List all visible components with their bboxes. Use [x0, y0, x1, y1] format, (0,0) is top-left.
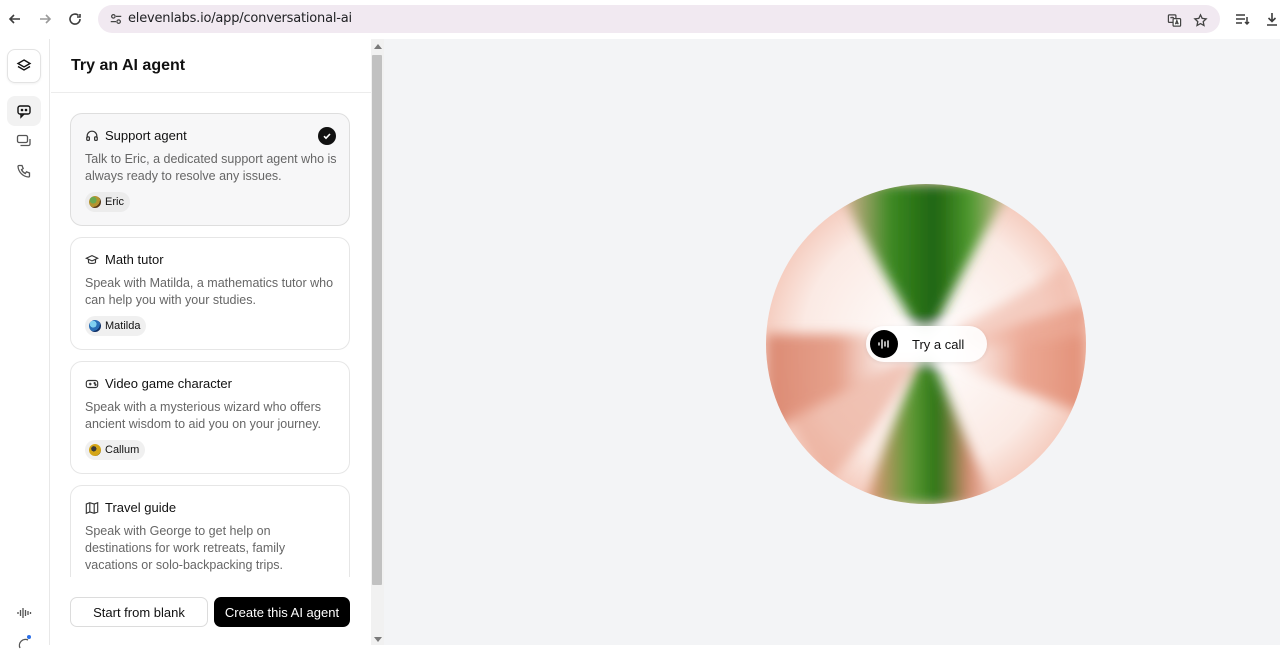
site-settings-icon[interactable] — [108, 11, 124, 27]
voice-avatar — [89, 444, 101, 456]
page-title: Try an AI agent — [71, 57, 186, 74]
reading-list-icon[interactable] — [1228, 5, 1256, 33]
workspace-logo-button[interactable] — [7, 49, 41, 83]
left-rail — [0, 39, 50, 649]
voice-name: Matilda — [105, 320, 141, 332]
voice-avatar — [89, 196, 101, 208]
scroll-down-arrow[interactable] — [374, 637, 382, 642]
phone-nav-icon[interactable] — [7, 156, 41, 186]
create-agent-button[interactable]: Create this AI agent — [214, 597, 350, 627]
download-icon[interactable] — [1258, 5, 1280, 33]
address-bar[interactable]: elevenlabs.io/app/conversational-ai — [98, 5, 1220, 33]
bookmark-star-icon[interactable] — [1190, 10, 1210, 30]
panel-scrollbar[interactable] — [371, 39, 384, 645]
translate-icon[interactable] — [1164, 10, 1184, 30]
notifications-icon[interactable] — [7, 627, 41, 657]
try-a-call-label: Try a call — [912, 336, 965, 352]
scroll-thumb[interactable] — [372, 55, 382, 585]
main-canvas: Try a call — [384, 39, 1280, 645]
forward-icon[interactable] — [31, 5, 59, 33]
voice-chip: Matilda — [85, 316, 147, 336]
conversations-nav-icon[interactable] — [7, 126, 41, 156]
waveform-icon — [870, 330, 898, 358]
graduation-cap-icon — [84, 253, 100, 267]
agent-card-list: Support agent Talk to Eric, a dedicated … — [70, 113, 350, 577]
map-icon — [85, 501, 99, 515]
gamepad-icon — [85, 377, 99, 391]
url-text: elevenlabs.io/app/conversational-ai — [128, 11, 352, 26]
agent-card-travel[interactable]: Travel guide Speak with George to get he… — [70, 485, 350, 577]
reload-icon[interactable] — [61, 5, 89, 33]
voice-name: Callum — [105, 444, 140, 456]
agent-card-title: Math tutor — [105, 252, 164, 267]
agent-card-math[interactable]: Math tutor Speak with Matilda, a mathema… — [70, 237, 350, 350]
agent-card-description: Speak with Matilda, a mathematics tutor … — [85, 276, 334, 307]
agent-card-description: Speak with a mysterious wizard who offer… — [85, 400, 322, 431]
agent-card-support[interactable]: Support agent Talk to Eric, a dedicated … — [70, 113, 350, 226]
selected-check-icon — [318, 127, 336, 145]
agent-panel: Try an AI agent Support agent Talk to Er… — [51, 39, 371, 645]
scroll-up-arrow[interactable] — [374, 44, 382, 49]
agent-card-description: Speak with George to get help on destina… — [85, 524, 286, 572]
agent-card-description: Talk to Eric, a dedicated support agent … — [85, 152, 337, 183]
voice-chip: Eric — [85, 192, 130, 212]
agents-nav-icon[interactable] — [7, 96, 41, 126]
start-from-blank-button[interactable]: Start from blank — [70, 597, 208, 627]
voice-avatar — [89, 320, 101, 332]
headset-icon — [85, 129, 99, 143]
try-a-call-button[interactable]: Try a call — [866, 326, 987, 362]
agent-card-title: Support agent — [105, 128, 187, 143]
waveform-icon[interactable] — [7, 598, 41, 628]
agent-card-title: Video game character — [105, 376, 232, 391]
divider — [51, 92, 371, 93]
back-icon[interactable] — [1, 5, 29, 33]
browser-toolbar: elevenlabs.io/app/conversational-ai — [0, 0, 1280, 38]
agent-card-video-game[interactable]: Video game character Speak with a myster… — [70, 361, 350, 474]
voice-chip: Callum — [85, 440, 146, 460]
agent-card-title: Travel guide — [105, 500, 177, 515]
voice-name: Eric — [105, 196, 124, 208]
panel-footer: Start from blank Create this AI agent — [70, 597, 350, 627]
